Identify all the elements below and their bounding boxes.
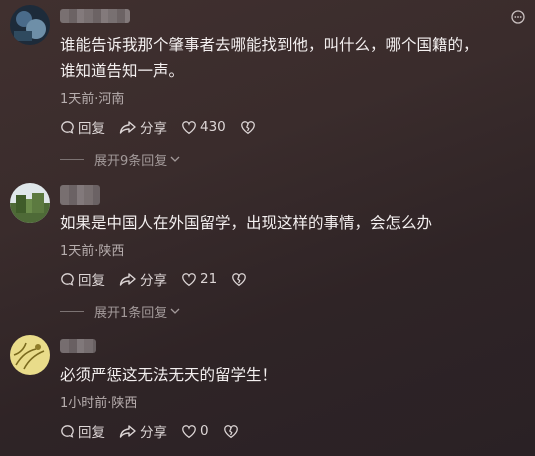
like-count: 0 (200, 423, 209, 439)
comment-text: 如果是中国人在外国留学，出现这样的事情，会怎么办 (60, 214, 433, 232)
like-button[interactable]: 21 (181, 271, 217, 287)
share-label: 分享 (140, 425, 167, 441)
reply-label: 回复 (78, 121, 105, 137)
reply-button[interactable]: 回复 (60, 117, 105, 137)
comment-meta: 1小时前·陕西 (60, 396, 138, 411)
expand-label: 展开1条回复 (94, 305, 168, 321)
heart-icon (182, 424, 196, 438)
comment-meta: 1天前·河南 (60, 92, 125, 107)
share-button[interactable]: 分享 (119, 421, 167, 441)
reply-label: 回复 (78, 425, 105, 441)
comment-bubble-icon (61, 120, 74, 134)
reply-button[interactable]: 回复 (60, 269, 105, 289)
expand-replies[interactable]: 展开1条回复 (60, 302, 181, 321)
expand-label: 展开9条回复 (94, 153, 168, 169)
like-count: 430 (200, 119, 226, 135)
dislike-button[interactable] (240, 120, 259, 135)
broken-heart-icon (240, 120, 255, 134)
avatar[interactable] (10, 335, 50, 375)
dislike-button[interactable] (231, 272, 250, 287)
comment-actions: 回复 分享 430 (60, 117, 273, 137)
comment-item: 必须严惩这无法无天的留学生！ 1小时前·陕西 回复 分享 0 (0, 330, 535, 456)
comment-item: 谁能告诉我那个肇事者去哪能找到他，叫什么，哪个国籍的， 谁知道告知一声。 1天前… (0, 0, 535, 180)
heart-icon (182, 272, 196, 286)
username-blurred[interactable] (60, 9, 130, 23)
comment-text: 必须严惩这无法无天的留学生！ (60, 366, 278, 384)
reply-label: 回复 (78, 273, 105, 289)
avatar[interactable] (10, 183, 50, 223)
comment-meta: 1天前·陕西 (60, 244, 125, 259)
more-options-icon[interactable] (511, 10, 525, 24)
share-button[interactable]: 分享 (119, 117, 167, 137)
share-label: 分享 (140, 273, 167, 289)
like-count: 21 (200, 271, 218, 287)
avatar[interactable] (10, 5, 50, 45)
username-blurred[interactable] (60, 185, 100, 205)
chevron-down-icon (170, 156, 180, 162)
heart-icon (182, 120, 196, 134)
comment-actions: 回复 分享 0 (60, 421, 256, 441)
comment-actions: 回复 分享 21 (60, 269, 264, 289)
reply-button[interactable]: 回复 (60, 421, 105, 441)
comment-text: 谁能告诉我那个肇事者去哪能找到他，叫什么，哪个国籍的， 谁知道告知一声。 (60, 36, 479, 80)
dislike-button[interactable] (223, 424, 242, 439)
like-button[interactable]: 430 (181, 119, 226, 135)
divider-line (60, 158, 84, 160)
expand-replies[interactable]: 展开9条回复 (60, 150, 181, 169)
username-blurred[interactable] (60, 339, 96, 353)
share-label: 分享 (140, 121, 167, 137)
broken-heart-icon (223, 424, 238, 438)
share-arrow-icon (119, 424, 136, 438)
share-arrow-icon (119, 120, 136, 134)
divider-line (60, 310, 84, 312)
comment-bubble-icon (61, 424, 74, 438)
like-button[interactable]: 0 (181, 423, 209, 439)
chevron-down-icon (170, 308, 180, 314)
share-button[interactable]: 分享 (119, 269, 167, 289)
share-arrow-icon (119, 272, 136, 286)
comment-bubble-icon (61, 272, 74, 286)
comment-item: 如果是中国人在外国留学，出现这样的事情，会怎么办 1天前·陕西 回复 分享 21… (0, 180, 535, 330)
broken-heart-icon (232, 272, 247, 286)
